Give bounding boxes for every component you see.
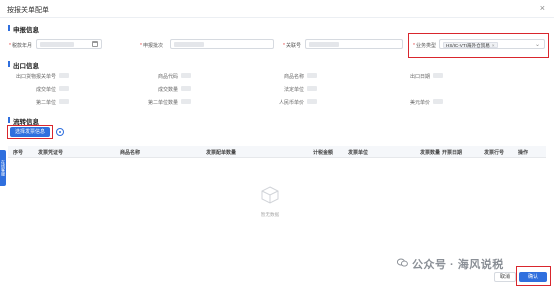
column-header: 计税金额	[313, 150, 334, 156]
export-field-label: 出口日期	[409, 74, 430, 80]
customs-no-input[interactable]	[305, 39, 403, 49]
match-customs-dialog: 按报关单配单 × 申报信息 *税款年月 *申报批次 *关联号 *业务类型 HS/…	[0, 0, 554, 288]
export-field-label: 法定单位	[283, 87, 304, 93]
wechat-icon	[397, 258, 408, 267]
column-header: 开票日期	[442, 150, 463, 156]
chevron-down-icon[interactable]: ⌄	[535, 41, 540, 48]
export-section-title: 出口信息	[8, 60, 39, 70]
cancel-button[interactable]: 取消	[494, 272, 516, 282]
batch-label: *申报批次	[140, 43, 163, 49]
close-icon[interactable]: ×	[540, 3, 545, 13]
customs-no-label: *关联号	[283, 43, 301, 49]
export-field-label: 商品代码	[157, 74, 178, 80]
confirm-button[interactable]: 确认	[519, 272, 547, 282]
batch-value	[174, 42, 204, 47]
empty-state-text: 暂无数据	[260, 212, 280, 217]
export-field-value	[307, 73, 317, 78]
business-type-tag: HS/IC-VTI海外仓贸易 ×	[443, 41, 498, 48]
export-field-value	[307, 86, 317, 91]
settings-gear-icon[interactable]	[56, 128, 64, 136]
dialog-header: 按报关单配单 ×	[0, 0, 554, 18]
year-month-value	[40, 42, 74, 47]
export-field-label: 美元单价	[409, 100, 430, 106]
export-field-label: 第二单位数量	[147, 100, 178, 106]
export-field-value	[181, 99, 191, 104]
export-field-value	[181, 86, 191, 91]
export-field-value	[433, 73, 443, 78]
column-header: 序号	[13, 150, 24, 156]
column-header: 操作	[518, 150, 529, 156]
export-field-value	[307, 99, 317, 104]
year-month-label: *税款年月	[9, 43, 32, 49]
column-header: 发票数量	[420, 150, 441, 156]
declaration-section-title: 申报信息	[8, 24, 39, 34]
export-field-label: 商品名称	[283, 74, 304, 80]
dialog-title: 按报关单配单	[7, 7, 49, 14]
column-header: 商品名称	[120, 150, 141, 156]
export-field-label: 第二单位	[35, 100, 56, 106]
export-field-value	[59, 73, 69, 78]
side-service-tab[interactable]: 在线客服	[0, 150, 6, 186]
calendar-icon[interactable]	[92, 41, 98, 47]
customs-no-value	[309, 42, 339, 47]
watermark-text: 公众号 · 海风说税	[412, 259, 504, 271]
export-field-value	[59, 86, 69, 91]
year-month-picker[interactable]	[36, 39, 102, 49]
business-type-select[interactable]: HS/IC-VTI海外仓贸易 × ⌄	[439, 39, 545, 49]
export-field-label: 出口货物报关单号	[15, 74, 56, 80]
export-field-label: 人民币单价	[278, 100, 304, 106]
export-field-label: 成交单位	[35, 87, 56, 93]
batch-input[interactable]	[170, 39, 274, 49]
column-header: 发票配单数量	[206, 150, 237, 156]
export-field-value	[433, 99, 443, 104]
remove-tag-icon[interactable]: ×	[492, 43, 495, 48]
select-invoice-button[interactable]: 选择发票信息	[10, 127, 50, 137]
export-field-value	[59, 99, 69, 104]
invoice-table-header: 序号 发票凭证号 商品名称 发票配单数量 计税金额 发票单位 发票数量 开票日期…	[8, 146, 546, 158]
empty-box-icon	[261, 186, 279, 204]
business-type-label: *业务类型	[413, 43, 436, 49]
column-header: 发票凭证号	[38, 150, 64, 156]
column-header: 发票单位	[348, 150, 369, 156]
export-field-value	[181, 73, 191, 78]
column-header: 发票行号	[484, 150, 505, 156]
export-field-label: 成交数量	[157, 87, 178, 93]
